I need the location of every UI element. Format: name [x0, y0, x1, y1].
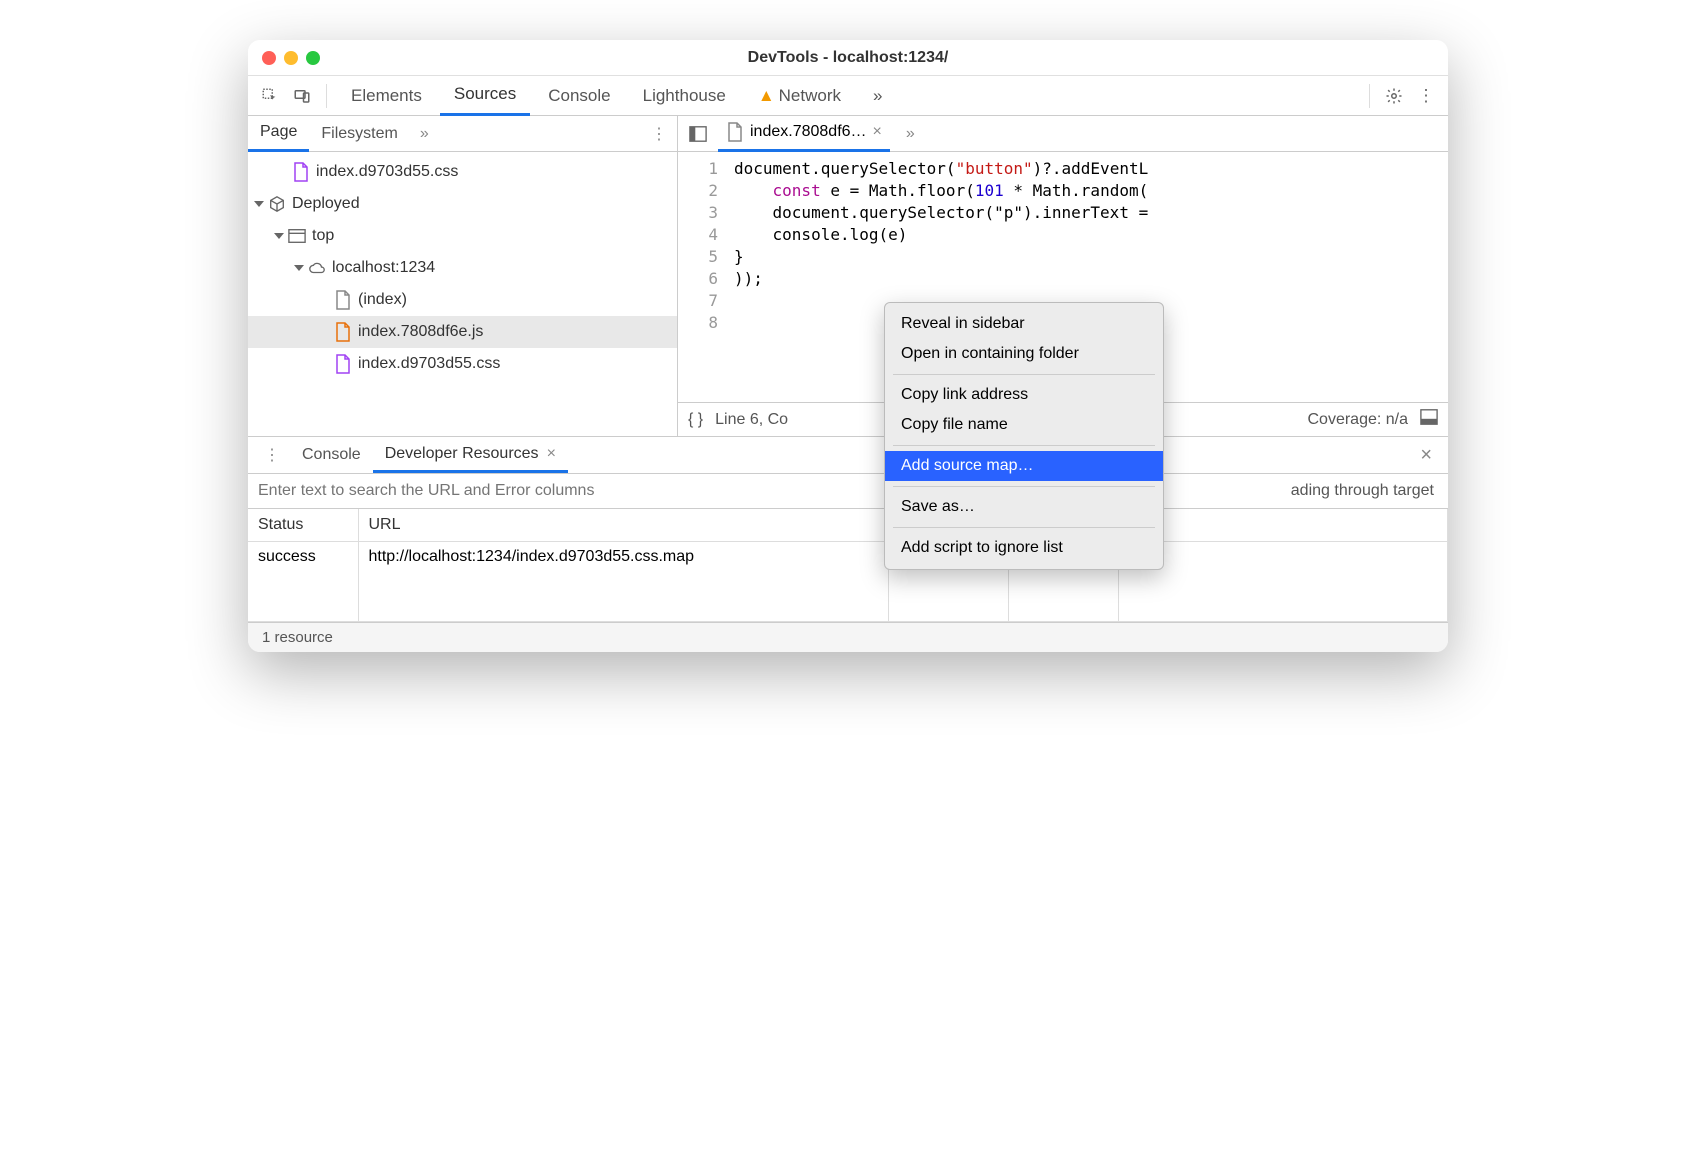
ctx-reveal-in-sidebar[interactable]: Reveal in sidebar [885, 309, 1163, 339]
tab-network[interactable]: ▲Network [744, 76, 855, 116]
separator [893, 445, 1155, 446]
tab-console[interactable]: Console [534, 76, 624, 116]
file-icon [334, 290, 352, 310]
cursor-position: Line 6, Co [715, 411, 788, 429]
tab-elements[interactable]: Elements [337, 76, 436, 116]
kebab-icon[interactable]: ⋮ [641, 124, 677, 144]
titlebar: DevTools - localhost:1234/ [248, 40, 1448, 76]
table-row[interactable]: success http://localhost:1234/index.d970… [248, 541, 1448, 621]
file-icon [334, 354, 352, 374]
tab-lighthouse[interactable]: Lighthouse [629, 76, 740, 116]
tree-label: Deployed [292, 195, 360, 213]
drawer-tab-devres[interactable]: Developer Resources × [373, 437, 568, 473]
separator [326, 84, 327, 108]
devtools-window: DevTools - localhost:1234/ Elements Sour… [248, 40, 1448, 652]
tree-label: top [312, 227, 334, 245]
toggle-navigator-icon[interactable] [684, 120, 712, 148]
drawer-body: ading through target Status URL http://l… [248, 473, 1448, 652]
col-error[interactable]: Error [1118, 509, 1448, 541]
separator [1369, 84, 1370, 108]
line-gutter: 12345678 [678, 152, 728, 402]
drawer-tab-label: Developer Resources [385, 445, 539, 463]
more-tabs-button[interactable]: » [896, 125, 925, 143]
col-status[interactable]: Status [248, 509, 358, 541]
ctx-copy-filename[interactable]: Copy file name [885, 410, 1163, 440]
tree-file-js[interactable]: index.7808df6e.js [248, 316, 677, 348]
tree-label: localhost:1234 [332, 259, 435, 277]
separator [893, 527, 1155, 528]
ctx-add-source-map[interactable]: Add source map… [885, 451, 1163, 481]
resources-table: Status URL http://lo… 356 Error success … [248, 509, 1448, 622]
file-icon [292, 162, 310, 182]
separator [893, 486, 1155, 487]
close-window-button[interactable] [262, 51, 276, 65]
navigator-tabs: Page Filesystem » ⋮ [248, 116, 677, 152]
window-controls [262, 51, 320, 65]
drawer-footer: 1 resource [248, 622, 1448, 652]
close-icon[interactable]: × [547, 445, 556, 463]
filename-label: index.7808df6e.js [358, 323, 483, 341]
search-row: ading through target [248, 473, 1448, 509]
minimize-window-button[interactable] [284, 51, 298, 65]
tab-sources[interactable]: Sources [440, 76, 530, 116]
more-tabs-button[interactable]: » [859, 76, 896, 116]
filename-label: index.d9703d55.css [358, 355, 500, 373]
cell-status: success [248, 541, 358, 621]
coverage-label: Coverage: n/a [1307, 411, 1408, 429]
warning-icon: ▲ [758, 86, 775, 106]
braces-icon[interactable]: { } [688, 411, 703, 429]
filename-label: (index) [358, 291, 407, 309]
file-tree: index.d9703d55.css Deployed top localhos… [248, 152, 677, 436]
tree-deployed[interactable]: Deployed [248, 188, 677, 220]
cloud-icon [308, 258, 326, 278]
main-content: Page Filesystem » ⋮ index.d9703d55.css D… [248, 116, 1448, 436]
window-icon [288, 226, 306, 246]
editor-tabs: index.7808df6… × » [678, 116, 1448, 152]
main-toolbar: Elements Sources Console Lighthouse ▲Net… [248, 76, 1448, 116]
file-tab-label: index.7808df6… [750, 123, 867, 141]
separator [893, 374, 1155, 375]
tree-file-css[interactable]: index.d9703d55.css [248, 156, 677, 188]
ctx-open-containing-folder[interactable]: Open in containing folder [885, 339, 1163, 369]
drawer: ⋮ Console Developer Resources × × ading … [248, 436, 1448, 652]
ctx-add-ignore[interactable]: Add script to ignore list [885, 533, 1163, 563]
chevron-down-icon [254, 201, 264, 207]
tab-page[interactable]: Page [248, 116, 309, 152]
navigator-pane: Page Filesystem » ⋮ index.d9703d55.css D… [248, 116, 678, 436]
tree-file-css-nested[interactable]: index.d9703d55.css [248, 348, 677, 380]
tab-network-label: Network [779, 86, 841, 106]
bottom-panel-icon[interactable] [1420, 408, 1438, 431]
device-toggle-icon[interactable] [288, 82, 316, 110]
more-tabs-button[interactable]: » [410, 125, 439, 143]
ctx-save-as[interactable]: Save as… [885, 492, 1163, 522]
kebab-icon[interactable]: ⋮ [254, 445, 290, 465]
cube-icon [268, 194, 286, 214]
close-drawer-icon[interactable]: × [1410, 444, 1442, 467]
ctx-copy-link[interactable]: Copy link address [885, 380, 1163, 410]
col-url[interactable]: URL [358, 509, 888, 541]
filename-label: index.d9703d55.css [316, 163, 458, 181]
inspect-icon[interactable] [256, 82, 284, 110]
tree-host[interactable]: localhost:1234 [248, 252, 677, 284]
cell-url: http://localhost:1234/index.d9703d55.css… [358, 541, 888, 621]
tree-file-index[interactable]: (index) [248, 284, 677, 316]
editor-tab-active[interactable]: index.7808df6… × [718, 116, 890, 152]
chevron-down-icon [294, 265, 304, 271]
tab-filesystem[interactable]: Filesystem [309, 116, 409, 152]
maximize-window-button[interactable] [306, 51, 320, 65]
file-icon [726, 122, 744, 142]
load-through-target-label: ading through target [1277, 482, 1448, 500]
drawer-tabs: ⋮ Console Developer Resources × × [248, 437, 1448, 473]
file-icon [334, 322, 352, 342]
drawer-tab-console[interactable]: Console [290, 437, 373, 473]
chevron-down-icon [274, 233, 284, 239]
cell-error [1118, 541, 1448, 621]
close-icon[interactable]: × [873, 123, 882, 141]
window-title: DevTools - localhost:1234/ [248, 49, 1448, 67]
kebab-icon[interactable]: ⋮ [1412, 82, 1440, 110]
context-menu: Reveal in sidebar Open in containing fol… [884, 302, 1164, 570]
gear-icon[interactable] [1380, 82, 1408, 110]
tree-top[interactable]: top [248, 220, 677, 252]
